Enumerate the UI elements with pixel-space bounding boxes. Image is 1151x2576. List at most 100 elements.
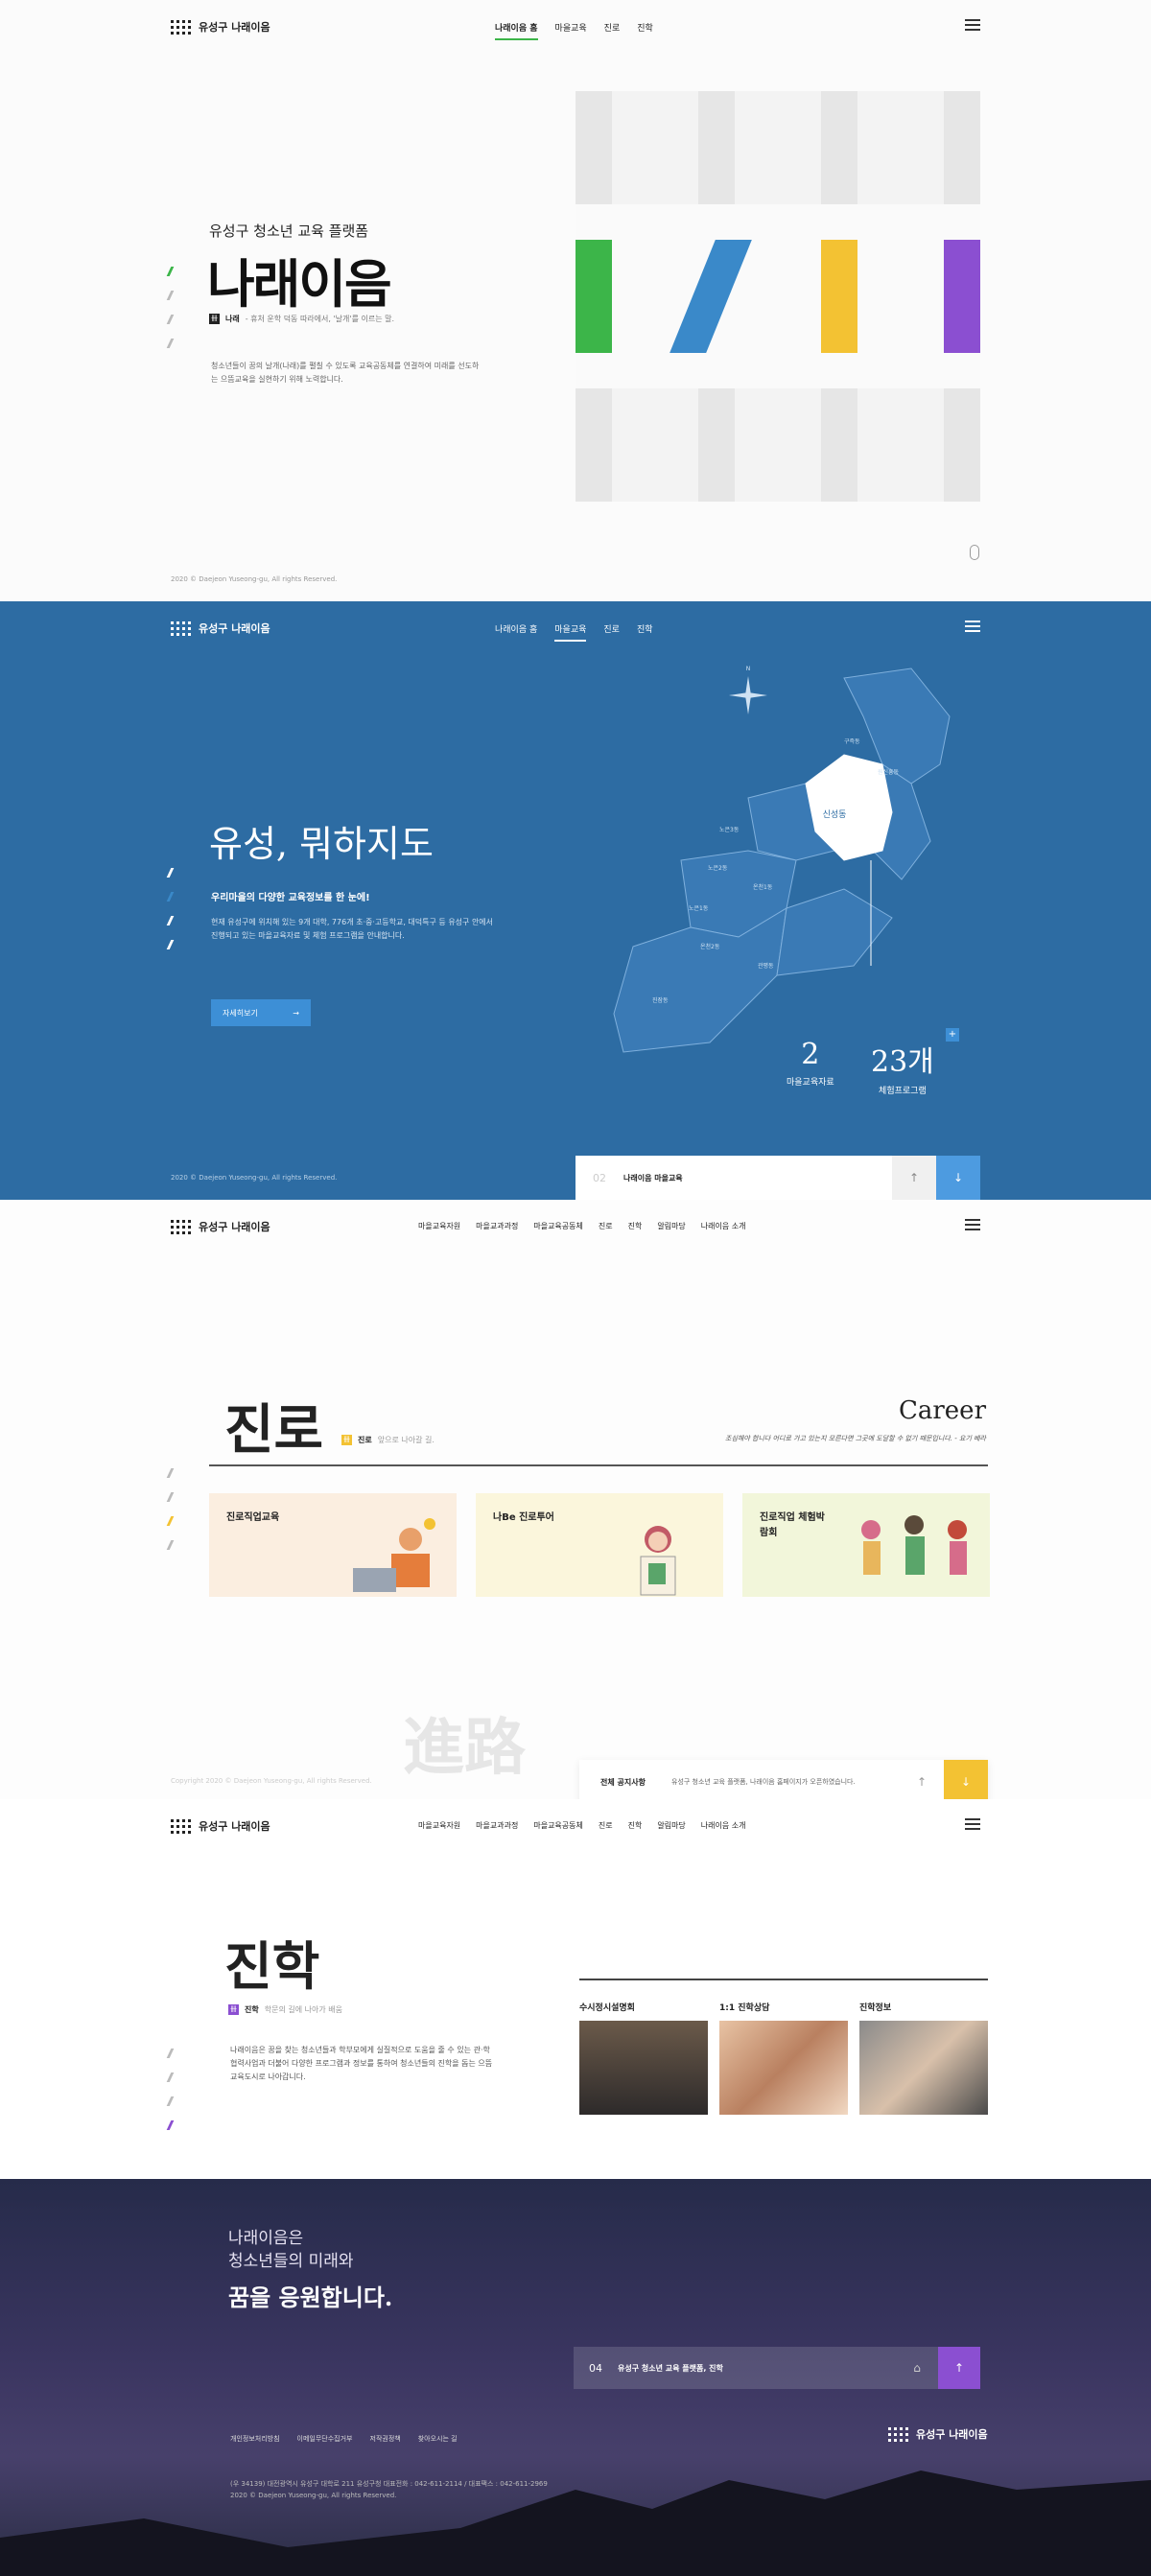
career-section: 유성구 나래이음 마을교육자원 마을교과과정 마을교육공동체 진로 진학 알림마… (0, 1200, 1151, 1799)
nav-item-notice[interactable]: 알림마당 (657, 1820, 685, 1838)
nav-item-community[interactable]: 마을교육공동체 (533, 1221, 583, 1238)
nav-item-village[interactable]: 마을교육 (554, 622, 587, 642)
footer-links: 개인정보처리방침 이메일무단수집거부 저작권정책 찾아오시는 길 (230, 2434, 458, 2444)
svg-text:온천2동: 온천2동 (700, 943, 720, 950)
hanja-watermark: 進路 (403, 1712, 526, 1784)
nav-item-about[interactable]: 나래이음 소개 (701, 1820, 746, 1838)
link-copyright-policy[interactable]: 저작권정책 (370, 2434, 401, 2444)
divider (579, 1979, 988, 1980)
photo-card-info[interactable]: 진학정보 (859, 2001, 988, 2115)
header: 유성구 나래이음 마을교육자원 마을교과과정 마을교육공동체 진로 진학 알림마… (0, 1200, 1151, 1253)
nav-item-village[interactable]: 마을교육 (555, 21, 587, 40)
nav-item-curriculum[interactable]: 마을교과과정 (476, 1820, 518, 1838)
slogan-line3: 꿈을 응원합니다. (228, 2283, 393, 2311)
side-pagination[interactable] (166, 868, 175, 949)
illustration-student (640, 1526, 676, 1596)
logo[interactable]: 유성구 나래이음 (171, 19, 270, 35)
nav-item-admission[interactable]: 진학 (637, 21, 653, 40)
compass-icon (729, 676, 767, 714)
photo-card-consulting[interactable]: 1:1 진학상담 (719, 2001, 848, 2115)
section-title: 진로 (224, 1398, 324, 1462)
nav-item-home[interactable]: 나래이음 홈 (495, 21, 538, 40)
scroll-mouse-icon (970, 545, 979, 560)
nav-item-curriculum[interactable]: 마을교과과정 (476, 1221, 518, 1238)
arrow-down-icon[interactable]: ↓ (944, 1760, 988, 1799)
tag-icon: 卌 (209, 314, 220, 324)
header: 유성구 나래이음 마을교육자원 마을교과과정 마을교육공동체 진로 진학 알림마… (0, 1799, 1151, 1853)
svg-text:구즉동: 구즉동 (844, 738, 860, 745)
admission-section: 유성구 나래이음 마을교육자원 마을교과과정 마을교육공동체 진로 진학 알림마… (0, 1799, 1151, 2179)
svg-text:진잠동: 진잠동 (652, 996, 669, 1004)
section-lead: 우리마을의 다양한 교육정보를 한 눈에! (211, 893, 370, 903)
nav-item-about[interactable]: 나래이음 소개 (701, 1221, 746, 1238)
slogan-line1: 나래이음은 청소년들의 미래와 (228, 2229, 354, 2271)
more-button[interactable]: 자세히보기 → (211, 999, 311, 1026)
notice-bar: 전체 공지사항 유성구 청소년 교육 플랫폼, 나래이음 홈페이지가 오픈하였습… (579, 1760, 988, 1799)
photo-hands (719, 2021, 848, 2115)
hero-tag: 卌 나래 - 휴처 운학 덕동 따라에서, '날개'를 이르는 말. (209, 314, 395, 324)
plus-icon[interactable]: + (946, 1028, 959, 1042)
link-directions[interactable]: 찾아오시는 길 (418, 2434, 458, 2444)
purple-block (944, 240, 980, 353)
side-pagination[interactable] (166, 267, 175, 348)
footer-logo[interactable]: 유성구 나래이음 (888, 2426, 988, 2442)
nav-item-admission[interactable]: 진학 (637, 622, 653, 642)
hero-graphic (576, 91, 980, 502)
logo[interactable]: 유성구 나래이음 (171, 1219, 270, 1234)
nav-item-admission[interactable]: 진학 (628, 1820, 643, 1838)
side-pagination[interactable] (166, 1468, 175, 1550)
arrow-up-icon[interactable]: ↑ (938, 2347, 980, 2389)
header: 유성구 나래이음 나래이음 홈 마을교육 진로 진학 (0, 0, 1151, 54)
nav-item-admission[interactable]: 진학 (628, 1221, 643, 1238)
notice-text[interactable]: 유성구 청소년 교육 플랫폼, 나래이음 홈페이지가 오픈하였습니다. (671, 1777, 900, 1787)
copyright: 2020 © Daejeon Yuseong-gu, All rights Re… (171, 1174, 338, 1182)
hamburger-menu-icon[interactable] (965, 1818, 980, 1830)
hamburger-menu-icon[interactable] (965, 621, 980, 632)
card-career-education[interactable]: 진로직업교육 (209, 1493, 457, 1597)
nav-item-career[interactable]: 진로 (599, 1221, 613, 1238)
home-icon[interactable]: ⌂ (896, 2347, 938, 2389)
section-title: 유성, 뭐하지도 (209, 823, 434, 865)
nav-item-career[interactable]: 진로 (603, 622, 620, 642)
yellow-block (821, 240, 857, 353)
nav-item-home[interactable]: 나래이음 홈 (495, 622, 537, 642)
arrow-up-icon[interactable]: ↑ (900, 1760, 944, 1799)
nav-item-resources[interactable]: 마을교육자원 (418, 1820, 460, 1838)
card-career-fair[interactable]: 진로직업 체험박람회 (742, 1493, 990, 1597)
quote: 조심해야 합니다 어디로 가고 있는지 모른다면 그곳에 도달할 수 없기 때문… (725, 1435, 986, 1442)
section-title: 진학 (224, 1935, 320, 1997)
logo[interactable]: 유성구 나래이음 (171, 1818, 270, 1834)
nav-item-community[interactable]: 마을교육공동체 (533, 1820, 583, 1838)
village-section: 유성구 나래이음 나래이음 홈 마을교육 진로 진학 유성, 뭐하지도 우리마을… (0, 601, 1151, 1200)
section-number: 04 (589, 2361, 602, 2375)
svg-text:N: N (746, 666, 751, 672)
link-email-policy[interactable]: 이메일무단수집거부 (297, 2434, 353, 2444)
card-nabe-tour[interactable]: 나Be 진로투어 (476, 1493, 723, 1597)
nav-item-career[interactable]: 진로 (604, 21, 621, 40)
photo-card-briefing[interactable]: 수시정시설명회 (579, 2001, 708, 2115)
logo[interactable]: 유성구 나래이음 (171, 621, 270, 636)
section-tag: 卌 진학 학문의 길에 나아가 배움 (228, 2004, 342, 2015)
main-nav: 마을교육자원 마을교과과정 마을교육공동체 진로 진학 알림마당 나래이음 소개 (418, 1221, 746, 1238)
svg-text:노은1동: 노은1동 (689, 905, 709, 912)
footer-section: 나래이음은 청소년들의 미래와 꿈을 응원합니다. 04 유성구 청소년 교육 플… (0, 2179, 1151, 2576)
svg-text:노은3동: 노은3동 (719, 827, 740, 833)
notice-title[interactable]: 전체 공지사항 (579, 1777, 671, 1788)
divider (209, 1464, 988, 1466)
hero-description: 청소년들이 꿈의 날개(나래)를 펼칠 수 있도록 교육공동체를 연결하여 미래… (211, 362, 480, 384)
photo-seminar (579, 2021, 708, 2115)
nav-item-career[interactable]: 진로 (599, 1820, 613, 1838)
link-privacy[interactable]: 개인정보처리방침 (230, 2434, 280, 2444)
hero-section: 유성구 나래이음 나래이음 홈 마을교육 진로 진학 유성구 청소년 교육 플랫… (0, 0, 1151, 601)
side-pagination[interactable] (166, 2049, 175, 2130)
main-nav: 나래이음 홈 마을교육 진로 진학 (495, 21, 653, 40)
district-map[interactable]: 신성동 구즉동 노은3동 노은2동 노은1동 온천1동 온천2동 관평동 진잠동… (595, 659, 978, 1062)
nav-item-notice[interactable]: 알림마당 (657, 1221, 685, 1238)
logo-mark-icon (171, 621, 191, 636)
logo-mark-icon (888, 2426, 908, 2442)
arrow-up-icon[interactable]: ↑ (892, 1156, 936, 1200)
nav-item-resources[interactable]: 마을교육자원 (418, 1221, 460, 1238)
arrow-down-icon[interactable]: ↓ (936, 1156, 980, 1200)
hamburger-menu-icon[interactable] (965, 19, 980, 31)
hamburger-menu-icon[interactable] (965, 1219, 980, 1230)
